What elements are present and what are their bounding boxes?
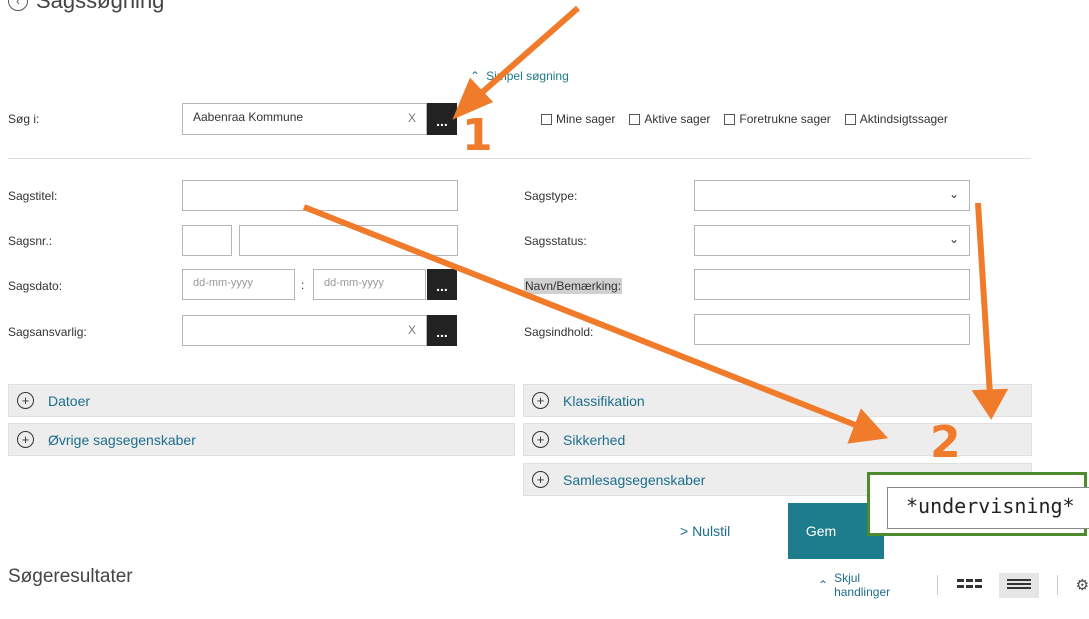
arrow-2b-shaft (975, 202, 993, 396)
annotation-arrows (302, 5, 1009, 444)
arrow-2a-head (847, 408, 889, 444)
list-view-icon (1006, 578, 1031, 589)
hide-actions-link[interactable]: Skjul handlinger (834, 571, 916, 599)
toolbar-divider (1056, 575, 1058, 595)
arrow-1-shaft (476, 5, 580, 99)
results-title: Søgeresultater (8, 566, 133, 587)
toolbar-divider (936, 575, 938, 595)
list-view-button[interactable] (998, 572, 1039, 598)
step-number-1: 1 (462, 110, 493, 161)
grid-view-icon[interactable] (957, 579, 983, 591)
gear-icon[interactable]: ⚙ (1076, 576, 1089, 594)
chevron-up-icon: ⌃ (818, 578, 829, 592)
arrow-2a-shaft (302, 204, 860, 429)
results-toolbar: ⌃ Skjul handlinger ⚙ (818, 571, 1089, 599)
step-number-2: 2 (930, 417, 961, 468)
arrow-2b-head (971, 388, 1009, 420)
